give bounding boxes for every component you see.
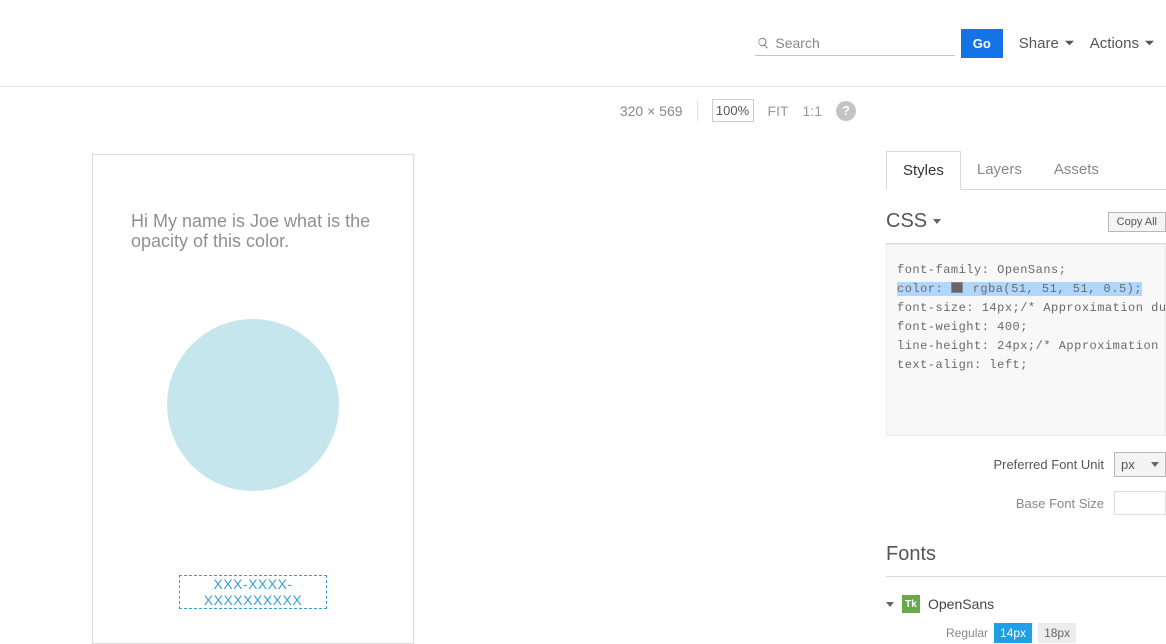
one-to-one-button[interactable]: 1:1	[803, 103, 822, 119]
tab-assets[interactable]: Assets	[1038, 151, 1115, 189]
font-unit-value: px	[1121, 457, 1135, 472]
share-dropdown[interactable]: Share	[1019, 35, 1074, 52]
zoom-input[interactable]	[712, 99, 754, 122]
base-font-size-input[interactable]	[1114, 491, 1166, 515]
share-label: Share	[1019, 35, 1059, 52]
font-name: OpenSans	[928, 596, 994, 612]
artboard[interactable]: Hi My name is Joe what is the opacity of…	[92, 154, 414, 644]
font-size-badge[interactable]: 18px	[1038, 623, 1076, 643]
divider	[697, 101, 698, 121]
css-code-block[interactable]: font-family: OpenSans; color: rgba(51, 5…	[886, 244, 1166, 436]
css-line: font-size: 14px;/* Approximation due to	[897, 299, 1155, 318]
preferred-font-unit-label: Preferred Font Unit	[993, 457, 1104, 472]
search-icon	[757, 36, 770, 50]
font-row[interactable]: Tk OpenSans	[886, 595, 1166, 613]
css-line: font-family: OpenSans;	[897, 261, 1155, 280]
fit-button[interactable]: FIT	[768, 103, 789, 119]
css-line: font-weight: 400;	[897, 318, 1155, 337]
circle-shape[interactable]	[167, 319, 339, 491]
tab-styles[interactable]: Styles	[886, 151, 961, 190]
css-line: line-height: 24px;/* Approximation due t	[897, 337, 1155, 356]
chevron-down-icon	[1065, 39, 1074, 48]
canvas-area[interactable]: Hi My name is Joe what is the opacity of…	[0, 134, 886, 644]
css-label-text: CSS	[886, 210, 927, 233]
font-unit-select[interactable]: px	[1114, 452, 1166, 477]
css-language-dropdown[interactable]: CSS	[886, 210, 941, 233]
chevron-down-icon	[1145, 39, 1154, 48]
placeholder-text[interactable]: XXX-XXXX-XXXXXXXXXX	[179, 575, 327, 609]
copy-all-button[interactable]: Copy All	[1108, 212, 1166, 232]
font-weight-label: Regular	[946, 626, 988, 640]
tab-layers[interactable]: Layers	[961, 151, 1038, 189]
intro-text[interactable]: Hi My name is Joe what is the opacity of…	[131, 211, 375, 251]
color-swatch-icon	[951, 282, 963, 293]
chevron-down-icon	[1151, 462, 1159, 467]
panel-tabs: Styles Layers Assets	[886, 151, 1166, 190]
typekit-icon: Tk	[902, 595, 920, 613]
css-line: text-align: left;	[897, 356, 1155, 375]
base-font-size-label: Base Font Size	[1016, 496, 1104, 511]
search-box[interactable]	[755, 31, 955, 56]
chevron-down-icon	[933, 219, 941, 224]
fonts-section-header: Fonts	[886, 521, 1166, 577]
help-icon[interactable]: ?	[836, 101, 856, 121]
actions-label: Actions	[1090, 35, 1139, 52]
chevron-down-icon[interactable]	[886, 602, 894, 607]
font-size-badge-active[interactable]: 14px	[994, 623, 1032, 643]
go-button[interactable]: Go	[961, 29, 1003, 58]
search-input[interactable]	[775, 35, 952, 51]
inspector-panel: Styles Layers Assets CSS Copy All font-f…	[886, 134, 1166, 644]
actions-dropdown[interactable]: Actions	[1090, 35, 1154, 52]
css-line: color: rgba(51, 51, 51, 0.5);	[897, 280, 1155, 299]
artboard-dimensions: 320 × 569	[620, 103, 683, 119]
